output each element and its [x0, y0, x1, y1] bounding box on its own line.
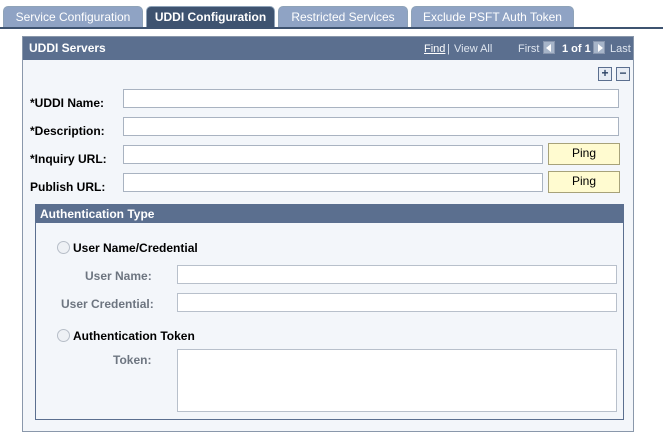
- previous-arrow-icon[interactable]: [543, 41, 555, 54]
- user-name-credential-radio[interactable]: [57, 241, 70, 254]
- find-link-wrap: Find: [424, 43, 445, 55]
- tab-underline: [0, 27, 663, 29]
- uddi-servers-panel: UDDI Servers Find | View All First 1 of …: [22, 36, 634, 432]
- inquiry-url-input[interactable]: [123, 145, 543, 164]
- user-name-label: User Name:: [85, 269, 152, 283]
- token-label: Token:: [113, 353, 152, 367]
- description-input[interactable]: [123, 117, 619, 136]
- authentication-token-radio[interactable]: [57, 329, 70, 342]
- user-credential-input[interactable]: [177, 293, 617, 312]
- uddi-name-label: *UDDI Name:: [30, 96, 105, 110]
- row-counter: 1 of 1: [562, 43, 591, 55]
- view-all-link[interactable]: View All: [454, 43, 492, 55]
- token-textarea[interactable]: [177, 349, 617, 412]
- authentication-token-label: Authentication Token: [73, 329, 195, 343]
- user-credential-label: User Credential:: [61, 297, 154, 311]
- first-label: First: [518, 43, 540, 55]
- inquiry-url-label: *Inquiry URL:: [30, 152, 107, 166]
- panel-title: UDDI Servers: [29, 41, 106, 55]
- add-row-icon[interactable]: +: [598, 67, 612, 81]
- delete-row-icon[interactable]: −: [616, 67, 630, 81]
- inquiry-ping-button[interactable]: Ping: [548, 143, 620, 165]
- tab-service-configuration[interactable]: Service Configuration: [3, 6, 143, 27]
- uddi-name-input[interactable]: [123, 89, 619, 108]
- last-label: Last: [610, 43, 631, 55]
- nav-separator: |: [447, 43, 450, 55]
- authentication-type-header: Authentication Type: [36, 205, 623, 223]
- tab-uddi-configuration[interactable]: UDDI Configuration: [146, 6, 275, 28]
- user-name-credential-label: User Name/Credential: [73, 241, 198, 255]
- publish-url-input[interactable]: [123, 173, 543, 192]
- authentication-type-group: Authentication Type User Name/Credential…: [35, 204, 624, 420]
- publish-url-label: Publish URL:: [30, 180, 106, 194]
- next-arrow-icon[interactable]: [593, 41, 605, 54]
- user-name-input[interactable]: [177, 265, 617, 284]
- tab-exclude-psft-auth-token[interactable]: Exclude PSFT Auth Token: [411, 6, 574, 27]
- tab-restricted-services[interactable]: Restricted Services: [278, 6, 408, 27]
- panel-header: UDDI Servers Find | View All First 1 of …: [23, 37, 633, 60]
- description-label: *Description:: [30, 124, 105, 138]
- find-link[interactable]: Find: [424, 43, 445, 55]
- publish-ping-button[interactable]: Ping: [548, 171, 620, 193]
